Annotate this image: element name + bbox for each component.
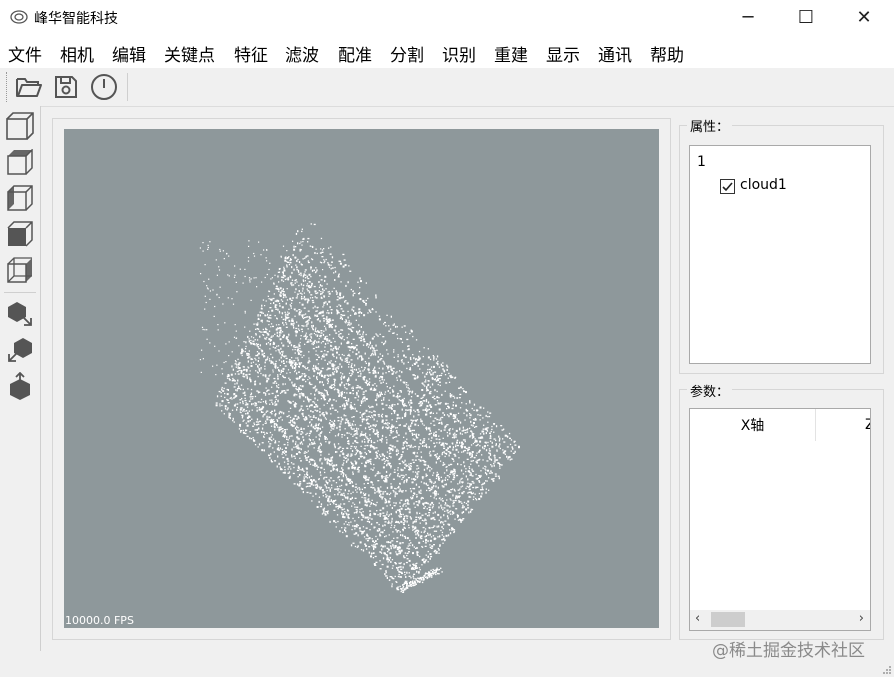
menu-bar: 文件 相机 编辑 关键点 特征 滤波 配准 分割 识别 重建 显示 通讯 帮助: [0, 34, 894, 68]
point-cloud: [199, 223, 520, 593]
menu-display[interactable]: 显示: [546, 41, 580, 66]
minimize-button[interactable]: ─: [719, 0, 777, 34]
title-bar: 峰华智能科技 ─ ☐ ✕: [0, 0, 894, 34]
view-right-button[interactable]: [5, 219, 35, 249]
properties-title: 属性：: [687, 116, 733, 135]
view-left-button[interactable]: [5, 183, 35, 213]
menu-segmentation[interactable]: 分割: [390, 41, 424, 66]
cube-export-icon: [8, 302, 32, 326]
properties-tree[interactable]: 1 cloud1: [689, 145, 871, 364]
maximize-button[interactable]: ☐: [777, 0, 835, 34]
menu-keypoints[interactable]: 关键点: [164, 41, 215, 66]
close-button[interactable]: ✕: [835, 0, 893, 34]
scrollbar-thumb[interactable]: [711, 612, 745, 627]
column-header-z[interactable]: Z: [816, 409, 870, 441]
checkmark-icon: [722, 182, 733, 192]
save-button[interactable]: [50, 71, 82, 103]
save-icon: [55, 76, 77, 98]
maximize-icon: ☐: [797, 6, 815, 28]
column-header-x[interactable]: X轴: [690, 409, 816, 441]
cube-view-front-icon: [6, 112, 34, 140]
params-table[interactable]: X轴 Z ‹ ›: [689, 408, 871, 631]
view-iso-button[interactable]: [5, 255, 35, 285]
power-button[interactable]: [88, 71, 120, 103]
open-folder-icon: [16, 78, 42, 97]
app-logo-icon: [10, 10, 28, 24]
menu-help[interactable]: 帮助: [650, 41, 684, 66]
export-button[interactable]: [5, 299, 35, 329]
tree-item-cloud1[interactable]: cloud1: [740, 177, 787, 193]
cube-import-icon: [8, 338, 32, 362]
close-icon: ✕: [856, 6, 872, 28]
open-button[interactable]: [13, 71, 45, 103]
menu-features[interactable]: 特征: [234, 41, 268, 66]
view-front-button[interactable]: [5, 111, 35, 141]
toolbar-grip[interactable]: [6, 72, 9, 102]
import-button[interactable]: [5, 335, 35, 365]
cloud1-checkbox[interactable]: [720, 179, 735, 194]
main-toolbar: [0, 68, 894, 107]
scroll-left-arrow-icon[interactable]: ‹: [695, 611, 700, 626]
upload-button[interactable]: [5, 371, 35, 401]
cube-upload-icon: [10, 372, 30, 400]
menu-communication[interactable]: 通讯: [598, 41, 632, 66]
cube-view-right-icon: [7, 221, 33, 247]
view-top-button[interactable]: [5, 147, 35, 177]
cube-view-iso-icon: [7, 257, 32, 283]
window-title: 峰华智能科技: [34, 11, 118, 27]
view-toolbar-separator: [4, 292, 36, 293]
resize-grip-icon[interactable]: [882, 665, 892, 675]
menu-filter[interactable]: 滤波: [285, 41, 319, 66]
menu-edit[interactable]: 编辑: [112, 41, 146, 66]
scroll-right-arrow-icon[interactable]: ›: [859, 611, 864, 626]
menu-file[interactable]: 文件: [8, 41, 42, 66]
point-cloud-viewer[interactable]: 10000.0 FPS: [64, 129, 659, 628]
cube-view-top-icon: [7, 149, 33, 175]
toolbar-separator: [127, 73, 128, 101]
menu-recognition[interactable]: 识别: [442, 41, 476, 66]
view-toolbar: [0, 106, 41, 651]
tree-root-item[interactable]: 1: [697, 154, 706, 170]
menu-camera[interactable]: 相机: [60, 41, 94, 66]
watermark: @稀土掘金技术社区: [712, 641, 865, 661]
cube-view-left-icon: [7, 185, 33, 211]
params-horizontal-scrollbar[interactable]: ‹ ›: [690, 610, 870, 630]
power-icon: [91, 74, 117, 100]
menu-registration[interactable]: 配准: [338, 41, 372, 66]
menu-reconstruction[interactable]: 重建: [494, 41, 528, 66]
minimize-icon: ─: [742, 6, 754, 28]
params-title: 参数：: [687, 381, 733, 400]
fps-counter: 10000.0 FPS: [65, 614, 134, 627]
